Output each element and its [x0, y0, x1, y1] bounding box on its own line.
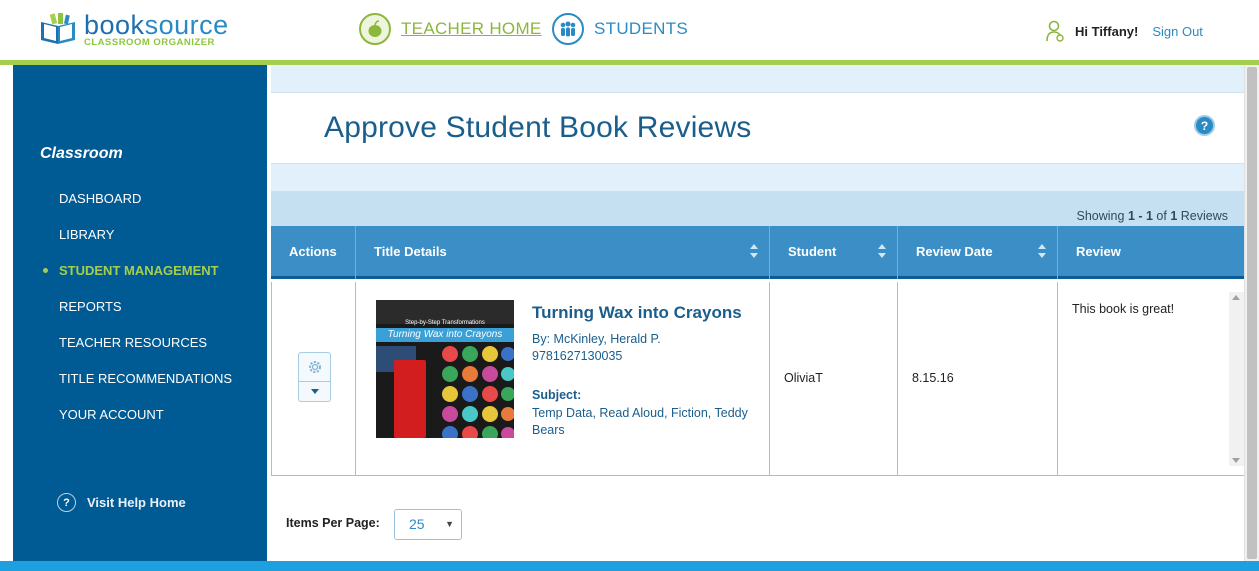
footer-bar [0, 561, 1259, 571]
cover-title: Turning Wax into Crayons [387, 329, 503, 340]
items-per-page-value: 25 [409, 516, 425, 532]
user-greeting: Hi Tiffany! [1075, 23, 1139, 39]
logo-book-icon [41, 13, 75, 44]
sidebar-item-reports[interactable]: REPORTS [13, 297, 267, 333]
column-header-title-details[interactable]: Title Details [356, 226, 770, 279]
column-header-student[interactable]: Student [770, 226, 898, 279]
sidebar-item-teacher-resources[interactable]: TEACHER RESOURCES [13, 333, 267, 369]
page-scrollbar-thumb[interactable] [1247, 67, 1257, 559]
sidebar-item-library[interactable]: LIBRARY [13, 225, 267, 261]
top-band [271, 65, 1244, 93]
student-name: OliviaT [784, 371, 823, 385]
column-header-actions: Actions [271, 226, 356, 279]
sort-icon [750, 244, 758, 258]
cell-review-date: 8.15.16 [898, 282, 1058, 476]
cell-title-details: Step-by-Step Transformations Turning Wax… [356, 282, 770, 476]
column-header-review-date[interactable]: Review Date [898, 226, 1058, 279]
cover-subtitle: Step-by-Step Transformations [405, 320, 485, 326]
column-header-review: Review [1076, 244, 1121, 259]
sidebar-item-title-recommendations[interactable]: TITLE RECOMMENDATIONS [13, 369, 267, 405]
help-icon[interactable]: ? [1194, 115, 1215, 136]
book-title-link[interactable]: Turning Wax into Crayons [532, 303, 742, 323]
gear-icon [299, 353, 330, 382]
column-header-title-label: Title Details [374, 244, 447, 259]
nav-students-label: STUDENTS [594, 19, 689, 38]
sign-out-link[interactable]: Sign Out [1152, 24, 1203, 39]
book-cover-image[interactable]: Step-by-Step Transformations Turning Wax… [376, 300, 514, 438]
user-icon [1046, 20, 1064, 42]
table-row: Step-by-Step Transformations Turning Wax… [271, 282, 1244, 476]
nav-students[interactable]: STUDENTS [552, 12, 688, 46]
sort-icon [1038, 244, 1046, 258]
help-icon: ? [57, 493, 76, 512]
cell-student: OliviaT [770, 282, 898, 476]
results-count: Showing 1 - 1 of 1 Reviews [1076, 209, 1229, 223]
sort-icon [878, 244, 886, 258]
items-per-page-select[interactable]: 25 ▼ [394, 509, 462, 540]
nav-teacher-home[interactable]: TEACHER HOME [359, 12, 542, 46]
visit-help-home-link[interactable]: ? Visit Help Home [57, 493, 186, 512]
book-subject-label: Subject: [532, 388, 582, 402]
sidebar-item-student-management[interactable]: STUDENT MANAGEMENT [13, 261, 267, 297]
actions-dropdown[interactable] [298, 352, 331, 402]
scroll-up-icon [1232, 295, 1240, 300]
scroll-down-icon [1232, 458, 1240, 463]
results-band: Showing 1 - 1 of 1 Reviews [271, 191, 1244, 226]
page-scrollbar[interactable] [1244, 65, 1259, 561]
logo-tagline: CLASSROOM ORGANIZER [84, 37, 215, 48]
book-subjects: Temp Data, Read Aloud, Fiction, Teddy Be… [532, 406, 748, 437]
book-isbn: 9781627130035 [532, 349, 623, 363]
cell-actions [271, 282, 356, 476]
table-header: Actions Title Details Student Review Dat… [271, 226, 1244, 279]
students-icon [552, 13, 584, 45]
book-author: By: McKinley, Herald P. [532, 332, 661, 346]
apple-icon [359, 13, 391, 45]
column-header-student-label: Student [788, 244, 837, 259]
main-content: Approve Student Book Reviews ? Showing 1… [271, 65, 1244, 561]
booksource-logo[interactable]: booksource CLASSROOM ORGANIZER [38, 10, 248, 50]
user-area: Hi Tiffany! Sign Out [1045, 20, 1203, 42]
sidebar: Classroom DASHBOARD LIBRARY STUDENT MANA… [13, 65, 267, 561]
sidebar-title: Classroom [40, 145, 123, 162]
page-title: Approve Student Book Reviews [324, 111, 752, 144]
review-text: This book is great! [1072, 302, 1175, 316]
sidebar-item-dashboard[interactable]: DASHBOARD [13, 189, 267, 225]
nav-teacher-home-label: TEACHER HOME [401, 19, 542, 38]
book-meta: By: McKinley, Herald P. 9781627130035 [532, 331, 661, 365]
logo-wordmark: booksource [84, 10, 229, 40]
sidebar-item-your-account[interactable]: YOUR ACCOUNT [13, 405, 267, 441]
caret-down-icon [299, 382, 330, 401]
filter-band [271, 163, 1244, 191]
caret-down-icon: ▼ [445, 519, 454, 529]
sidebar-nav: DASHBOARD LIBRARY STUDENT MANAGEMENT REP… [13, 189, 267, 441]
review-scrollbar[interactable] [1229, 292, 1244, 466]
top-header: booksource CLASSROOM ORGANIZER TEACHER H… [0, 0, 1259, 60]
items-per-page-label: Items Per Page: [286, 516, 380, 530]
review-date: 8.15.16 [912, 371, 954, 385]
column-header-date-label: Review Date [916, 244, 993, 259]
visit-help-home-label: Visit Help Home [87, 495, 186, 510]
cell-review: This book is great! [1058, 282, 1244, 476]
